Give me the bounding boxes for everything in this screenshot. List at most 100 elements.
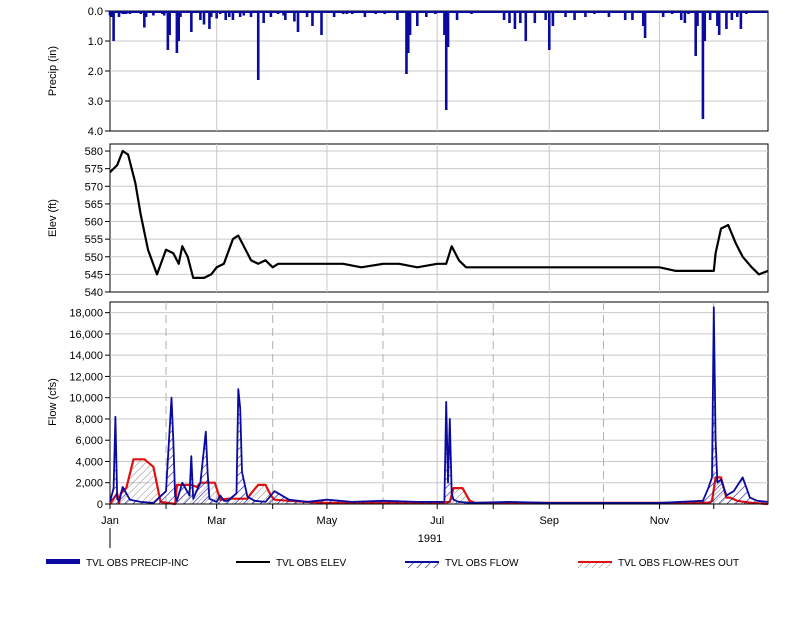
elevation-tick-label: 545 xyxy=(85,269,103,281)
precip-bar xyxy=(425,11,428,17)
precip-bar xyxy=(144,11,148,17)
precip-bar xyxy=(573,11,576,20)
precip-bar xyxy=(643,11,647,38)
precip-bar xyxy=(218,11,222,14)
precip-bar xyxy=(276,11,280,14)
precip-bar xyxy=(524,11,528,41)
precip-y-axis-label: Precip (in) xyxy=(47,46,59,96)
precip-bar xyxy=(708,11,712,20)
legend-item-precip: TVL OBS PRECIP-INC xyxy=(46,558,188,569)
legend: TVL OBS PRECIP-INC TVL OBS ELEV TVL OBS … xyxy=(46,558,739,569)
precip-bar xyxy=(455,11,459,20)
precip-bar xyxy=(544,11,547,20)
precip-bar xyxy=(215,11,218,19)
precip-bar xyxy=(434,11,437,14)
elevation-panel: 540 545 550 555 560 565 570 575 580 Elev (ft) xyxy=(47,143,769,299)
elevation-tick-label: 560 xyxy=(85,217,103,229)
x-axis-tick-label: Jan xyxy=(101,515,119,527)
precip-bar xyxy=(128,11,132,14)
legend-item-res-out: TVL OBS FLOW-RES OUT xyxy=(578,558,739,569)
flow-tick-label: 18,000 xyxy=(69,308,103,320)
flow-tick-label: 4,000 xyxy=(75,456,103,468)
precip-bar xyxy=(168,11,171,35)
precip-bar xyxy=(199,11,202,20)
precip-bar xyxy=(383,11,387,14)
flow-tick-label: 8,000 xyxy=(75,414,103,426)
precip-bar xyxy=(256,11,260,80)
elevation-tick-label: 555 xyxy=(85,234,103,246)
x-axis-tick-label: Jul xyxy=(430,515,444,527)
precip-bar xyxy=(631,11,634,20)
precip-bar xyxy=(332,11,336,17)
precip-bar xyxy=(345,11,349,14)
precip-bar xyxy=(320,11,323,35)
precip-bar xyxy=(396,11,399,20)
precip-bar xyxy=(623,11,627,20)
elevation-tick-label: 570 xyxy=(85,181,103,193)
precip-bar xyxy=(547,11,551,50)
precip-bar xyxy=(124,11,128,14)
precip-bar xyxy=(112,11,115,41)
precip-panel: 0.0 1.0 2.0 3.0 4.0 Precip (in) xyxy=(47,6,769,138)
precip-tick-label: 1.0 xyxy=(88,36,103,48)
precip-bar xyxy=(139,11,143,14)
precip-bar xyxy=(162,11,166,16)
precip-bar xyxy=(284,11,287,20)
precip-bar xyxy=(296,11,300,32)
precip-tick-label: 3.0 xyxy=(88,96,103,108)
precip-bar xyxy=(735,11,739,17)
precip-bar xyxy=(533,11,537,23)
precip-bar xyxy=(238,11,242,17)
precip-bar xyxy=(305,11,309,17)
x-axis-tick-label: Sep xyxy=(539,515,559,527)
elevation-tick-label: 580 xyxy=(85,146,103,158)
precip-bar xyxy=(374,11,378,14)
flow-tick-label: 6,000 xyxy=(75,435,103,447)
precip-bar xyxy=(470,11,473,14)
legend-label-elev: TVL OBS ELEV xyxy=(276,558,347,569)
chart-svg: 0.0 1.0 2.0 3.0 4.0 Precip (in) 540 545 550 555… xyxy=(46,6,769,569)
precip-bar xyxy=(717,11,721,35)
precip-bar xyxy=(679,11,683,20)
elevation-tick-label: 565 xyxy=(85,199,103,211)
precip-bar xyxy=(152,11,155,16)
precip-bar xyxy=(179,11,182,17)
flow-tick-label: 2,000 xyxy=(75,478,103,490)
precip-bar xyxy=(661,11,665,17)
flow-y-ticks: 0 2,000 4,000 6,000 8,000 10,000 12,000 14,000 1… xyxy=(69,308,110,511)
precip-bar xyxy=(739,11,743,29)
x-axis-tick-label: Nov xyxy=(650,515,670,527)
legend-label-flow: TVL OBS FLOW xyxy=(445,558,519,569)
x-axis-tick-label: May xyxy=(317,515,338,527)
legend-item-flow: TVL OBS FLOW xyxy=(405,558,519,569)
precip-bar xyxy=(311,11,314,26)
flow-tick-label: 0 xyxy=(97,499,103,511)
precip-bar xyxy=(446,11,450,47)
precip-tick-label: 4.0 xyxy=(88,126,103,138)
x-axis: Jan Mar May Jul Sep Nov xyxy=(101,503,768,527)
precip-bar xyxy=(607,11,611,17)
flow-panel: 0 2,000 4,000 6,000 8,000 10,000 12,000 14,000 1… xyxy=(47,301,769,511)
precip-bar xyxy=(416,11,419,26)
precip-bar xyxy=(687,11,690,14)
precip-bar xyxy=(502,11,506,20)
flow-tick-label: 16,000 xyxy=(69,329,103,341)
elevation-tick-label: 575 xyxy=(85,164,103,176)
precip-bar xyxy=(231,11,235,20)
chart-figure: 0.0 1.0 2.0 3.0 4.0 Precip (in) 540 545 550 555… xyxy=(0,0,800,627)
precip-bar xyxy=(117,11,121,17)
precip-bar xyxy=(408,11,412,35)
precip-bar xyxy=(190,11,193,32)
precip-bar xyxy=(564,11,567,17)
elevation-tick-label: 550 xyxy=(85,252,103,264)
precip-bar xyxy=(703,11,707,41)
precip-bar xyxy=(363,11,367,17)
flow-tick-label: 14,000 xyxy=(69,350,103,362)
precip-bar xyxy=(670,11,674,14)
precip-bar xyxy=(209,11,213,17)
legend-label-precip: TVL OBS PRECIP-INC xyxy=(86,558,188,569)
precip-tick-label: 2.0 xyxy=(88,66,103,78)
elevation-tick-label: 540 xyxy=(85,287,103,299)
legend-label-res-out: TVL OBS FLOW-RES OUT xyxy=(618,558,739,569)
precip-bar xyxy=(696,11,699,26)
